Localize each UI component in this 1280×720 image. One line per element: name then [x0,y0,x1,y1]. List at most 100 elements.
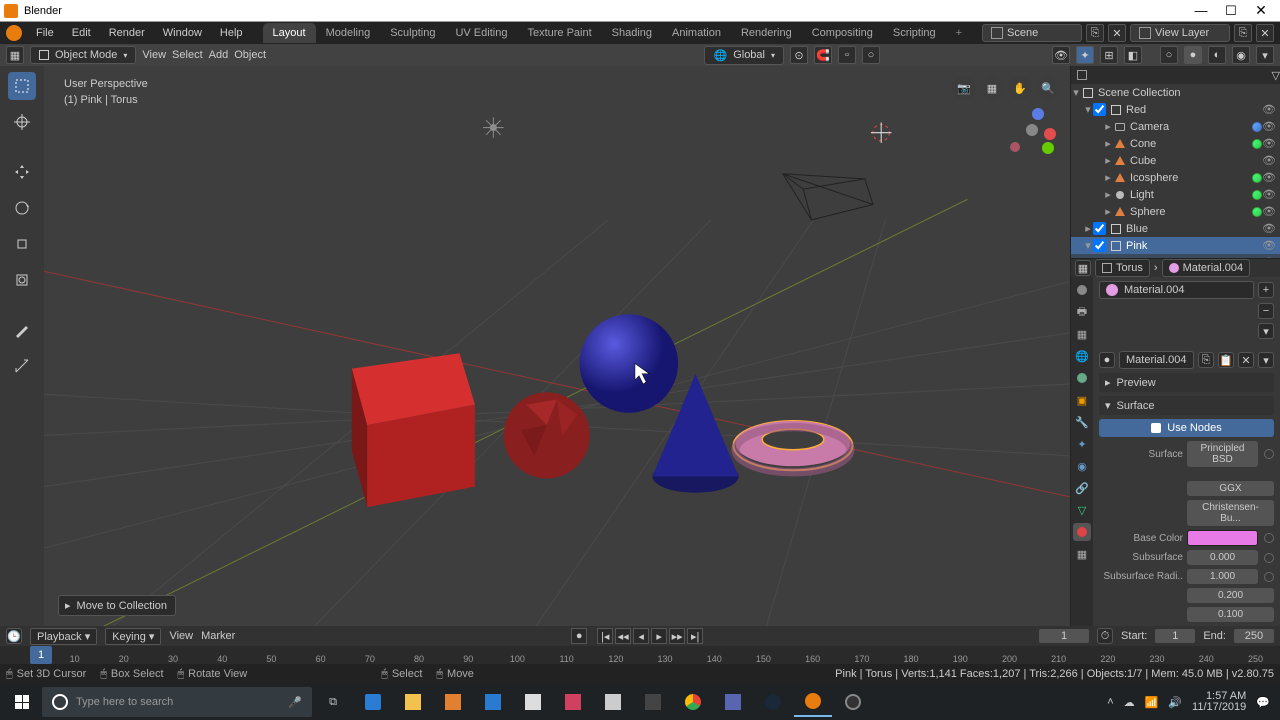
tab-rendering[interactable]: Rendering [731,23,802,43]
tool-annotate[interactable] [8,316,36,344]
prev-key-button[interactable]: ◂◂ [615,628,631,644]
tab-add[interactable]: + [946,23,972,43]
tab-render[interactable] [1073,281,1091,299]
playback-menu[interactable]: Playback ▾ [30,628,97,645]
chevron-right-icon[interactable]: ▸ [1103,188,1113,201]
proportional-edit[interactable]: ○ [862,46,880,64]
taskbar-edge[interactable] [354,687,392,717]
socket-icon[interactable] [1264,533,1274,543]
minimize-button[interactable]: — [1186,3,1216,18]
tab-constraints[interactable]: 🔗 [1073,479,1091,497]
snap-mode[interactable]: ▫ [838,46,856,64]
use-nodes-button[interactable]: Use Nodes [1099,419,1274,437]
slot-add-button[interactable]: + [1258,282,1274,298]
object-cone[interactable]: ▸ Cone 👁 [1071,135,1280,152]
material-slot[interactable]: Material.004 [1099,281,1254,299]
tab-modifiers[interactable]: 🔧 [1073,413,1091,431]
socket-icon[interactable] [1264,449,1274,459]
sss-method-dropdown[interactable]: Christensen-Bu... [1187,500,1274,526]
taskbar-store[interactable] [474,687,512,717]
visibility-icon[interactable]: 👁 [1262,222,1276,235]
tab-object[interactable]: ▣ [1073,391,1091,409]
search-box[interactable]: Type here to search 🎤 [42,687,312,717]
enable-checkbox[interactable] [1093,222,1106,235]
tab-physics[interactable]: ◉ [1073,457,1091,475]
basecolor-swatch[interactable] [1187,530,1258,546]
enable-checkbox[interactable] [1093,103,1106,116]
tab-modeling[interactable]: Modeling [316,23,381,43]
autokey-toggle[interactable]: ● [571,628,587,644]
last-operator-panel[interactable]: ▸ Move to Collection [58,595,176,616]
taskbar-app1[interactable] [554,687,592,717]
slot-remove-button[interactable]: − [1258,303,1274,319]
tool-rotate[interactable] [8,194,36,222]
chevron-right-icon[interactable]: ▸ [1103,154,1113,167]
close-button[interactable]: ✕ [1246,2,1276,19]
socket-icon[interactable] [1264,572,1274,582]
jump-start-button[interactable]: |◂ [597,628,613,644]
collection-red[interactable]: ▾ Red 👁 [1071,101,1280,118]
header-view[interactable]: View [142,49,166,61]
start-button[interactable] [4,687,40,717]
clock-date[interactable]: 11/17/2019 [1192,702,1246,713]
chevron-right-icon[interactable]: ▸ [1103,137,1113,150]
tray-cloud-icon[interactable]: ☁ [1124,696,1135,709]
tab-viewlayer[interactable]: ▦ [1073,325,1091,343]
visibility-icon[interactable]: 👁 [1262,137,1276,150]
blender-icon[interactable] [6,25,22,41]
tab-sculpting[interactable]: Sculpting [380,23,445,43]
tool-measure[interactable] [8,352,36,380]
menu-edit[interactable]: Edit [64,24,99,42]
new-material-button[interactable]: ⎘ [1198,352,1214,368]
enable-checkbox[interactable] [1093,239,1106,252]
view-perspective-icon[interactable]: ▦ [980,76,1004,100]
chevron-right-icon[interactable]: ▸ [1103,205,1113,218]
nav-gizmo[interactable] [1008,106,1056,154]
del-viewlayer-button[interactable]: ✕ [1256,24,1274,42]
mic-icon[interactable]: 🎤 [288,696,302,709]
editor-type-icon[interactable]: ▦ [1075,260,1091,276]
outliner[interactable]: ▽ ▾ Scene Collection ▾ Red 👁 ▸ Camera � [1071,66,1280,258]
tab-texturepaint[interactable]: Texture Paint [517,23,601,43]
visibility-icon[interactable]: 👁 [1262,120,1276,133]
tool-scale[interactable] [8,230,36,258]
panel-surface[interactable]: ▾Surface [1099,396,1274,415]
view-pan-icon[interactable]: ✋ [1008,76,1032,100]
chevron-right-icon[interactable]: ▸ [1103,171,1113,184]
gizmo-visibility[interactable]: 👁 [1052,46,1070,64]
current-frame[interactable]: 1 [1039,629,1089,643]
taskbar-app4[interactable] [714,687,752,717]
notifications-icon[interactable]: 💬 [1256,696,1270,709]
play-button[interactable]: ▸ [651,628,667,644]
tool-transform[interactable] [8,266,36,294]
scene-selector[interactable]: Scene [982,24,1082,42]
visibility-icon[interactable]: 👁 [1262,171,1276,184]
object-icosphere[interactable]: ▸ Icosphere 👁 [1071,169,1280,186]
snap-toggle[interactable]: 🧲 [814,46,832,64]
chevron-right-icon[interactable]: ▸ [1083,222,1093,235]
socket-icon[interactable] [1264,553,1274,563]
tab-texture[interactable]: ▦ [1073,545,1091,563]
menu-help[interactable]: Help [212,24,251,42]
play-reverse-button[interactable]: ◂ [633,628,649,644]
editor-type-icon[interactable]: ▦ [6,46,24,64]
ss-radius-z[interactable]: 0.100 [1187,607,1274,622]
3d-viewport[interactable]: User Perspective (1) Pink | Torus 📷 ▦ ✋ … [44,66,1070,626]
shading-options[interactable]: ▾ [1256,46,1274,64]
preview-range-toggle[interactable]: ⏱ [1097,628,1113,644]
subsurface-field[interactable]: 0.000 [1187,550,1258,565]
object-sphere[interactable]: ▸ Sphere 👁 [1071,203,1280,220]
taskview-button[interactable]: ⧉ [314,687,352,717]
menu-render[interactable]: Render [101,24,153,42]
gizmo-toggle[interactable]: ✦ [1076,46,1094,64]
end-frame[interactable]: 250 [1234,629,1274,643]
axis-z-icon[interactable] [1032,108,1044,120]
collection-pink[interactable]: ▾ Pink 👁 [1071,237,1280,254]
editor-type-icon[interactable]: 🕒 [6,628,22,644]
timeline-view[interactable]: View [169,630,193,642]
taskbar-explorer[interactable] [394,687,432,717]
xray-toggle[interactable]: ◧ [1124,46,1142,64]
axis-y-icon[interactable] [1042,142,1054,154]
visibility-icon[interactable]: 👁 [1262,205,1276,218]
tray-volume-icon[interactable]: 🔊 [1168,696,1182,709]
